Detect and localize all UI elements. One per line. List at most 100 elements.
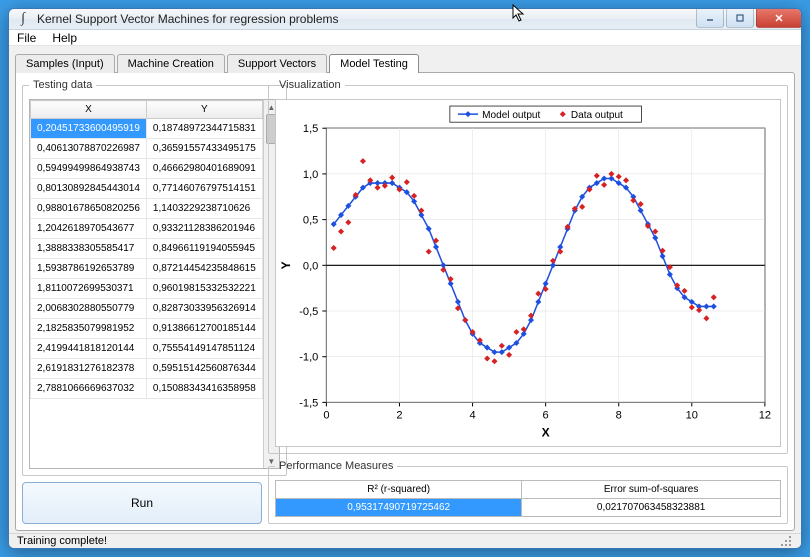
cell-y[interactable]: 0,59515142560876344 bbox=[146, 359, 262, 379]
col-header-y[interactable]: Y bbox=[146, 101, 262, 119]
chart: 0 2 4 6 8 10 12 -1,5 -1,0 -0,5 0,0 0,5 1,0 1,5 X Y Model… bbox=[275, 99, 781, 447]
data-grid-wrap: X Y 0,204517336004959190,187489723447158… bbox=[29, 99, 280, 469]
statusbar: Training complete! bbox=[9, 533, 801, 548]
table-row[interactable]: 0,406130788702269870,36591557433495175 bbox=[31, 139, 263, 159]
cell-x[interactable]: 0,98801678650820256 bbox=[31, 199, 147, 219]
cell-y[interactable]: 0,82873033956326914 bbox=[146, 299, 262, 319]
menu-help[interactable]: Help bbox=[52, 31, 77, 45]
maximize-button[interactable] bbox=[726, 8, 754, 28]
svg-text:4: 4 bbox=[469, 410, 475, 422]
performance-legend: Performance Measures bbox=[275, 460, 397, 472]
menu-file[interactable]: File bbox=[17, 31, 36, 45]
svg-text:12: 12 bbox=[759, 410, 771, 422]
minimize-button[interactable] bbox=[696, 8, 724, 28]
data-grid[interactable]: X Y 0,204517336004959190,187489723447158… bbox=[30, 100, 263, 468]
window-controls bbox=[696, 8, 802, 28]
svg-text:Y: Y bbox=[279, 262, 293, 270]
table-row[interactable]: 1,38883383055854170,84966119194055945 bbox=[31, 239, 263, 259]
table-row[interactable]: 0,988016786508202561,1403229238710626 bbox=[31, 199, 263, 219]
svg-text:-1,5: -1,5 bbox=[299, 398, 318, 410]
performance-table: R² (r-squared) Error sum-of-squares 0,95… bbox=[275, 480, 781, 517]
svg-text:0: 0 bbox=[323, 410, 329, 422]
tab-support-vectors[interactable]: Support Vectors bbox=[227, 54, 327, 73]
left-column: Testing data X Y 0,20451733600495 bbox=[22, 79, 262, 524]
svg-text:6: 6 bbox=[543, 410, 549, 422]
tab-panel-testing: Testing data X Y 0,20451733600495 bbox=[15, 72, 795, 531]
perf-value-r2[interactable]: 0,95317490719725462 bbox=[276, 499, 522, 517]
testing-data-legend: Testing data bbox=[29, 79, 96, 91]
table-row[interactable]: 2,61918312761823780,59515142560876344 bbox=[31, 359, 263, 379]
cell-x[interactable]: 2,1825835079981952 bbox=[31, 319, 147, 339]
svg-text:8: 8 bbox=[616, 410, 622, 422]
svg-text:1,5: 1,5 bbox=[303, 124, 318, 136]
svg-text:1,0: 1,0 bbox=[303, 169, 318, 181]
svg-text:Model output: Model output bbox=[482, 110, 540, 121]
client-area: Samples (Input) Machine Creation Support… bbox=[9, 46, 801, 533]
svg-text:-1,0: -1,0 bbox=[299, 352, 318, 364]
tab-model-testing[interactable]: Model Testing bbox=[329, 54, 419, 73]
cell-y[interactable]: 0,46662980401689091 bbox=[146, 159, 262, 179]
cell-y[interactable]: 0,77146076797514151 bbox=[146, 179, 262, 199]
svg-text:2: 2 bbox=[396, 410, 402, 422]
app-icon: ∫ bbox=[15, 11, 31, 27]
menubar: File Help bbox=[9, 30, 801, 46]
resize-grip[interactable] bbox=[779, 534, 793, 548]
cell-y[interactable]: 0,87214454235848615 bbox=[146, 259, 262, 279]
cell-x[interactable]: 1,3888338305585417 bbox=[31, 239, 147, 259]
cell-x[interactable]: 0,20451733600495919 bbox=[31, 119, 147, 139]
svg-text:-0,5: -0,5 bbox=[299, 306, 318, 318]
table-row[interactable]: 0,801308928454430140,77146076797514151 bbox=[31, 179, 263, 199]
table-row[interactable]: 1,20426189705436770,93321128386201946 bbox=[31, 219, 263, 239]
visualization-legend: Visualization bbox=[275, 79, 345, 91]
svg-text:X: X bbox=[542, 426, 550, 440]
table-row[interactable]: 2,78810666696370320,15088343416358958 bbox=[31, 379, 263, 399]
svg-text:0,5: 0,5 bbox=[303, 215, 318, 227]
table-row[interactable]: 2,00683028805507790,82873033956326914 bbox=[31, 299, 263, 319]
run-button[interactable]: Run bbox=[22, 482, 262, 524]
svg-text:Data output: Data output bbox=[571, 110, 623, 121]
cell-y[interactable]: 0,96019815332532221 bbox=[146, 279, 262, 299]
table-row[interactable]: 0,204517336004959190,18748972344715831 bbox=[31, 119, 263, 139]
cell-y[interactable]: 0,84966119194055945 bbox=[146, 239, 262, 259]
cell-y[interactable]: 1,1403229238710626 bbox=[146, 199, 262, 219]
tab-samples[interactable]: Samples (Input) bbox=[15, 54, 115, 73]
tab-machine-creation[interactable]: Machine Creation bbox=[117, 54, 225, 73]
window-title: Kernel Support Vector Machines for regre… bbox=[37, 12, 795, 26]
table-row[interactable]: 2,41994418181201440,75554149147851124 bbox=[31, 339, 263, 359]
table-row[interactable]: 2,18258350799819520,91386612700185144 bbox=[31, 319, 263, 339]
cell-x[interactable]: 2,0068302880550779 bbox=[31, 299, 147, 319]
table-row[interactable]: 1,59387861926537890,87214454235848615 bbox=[31, 259, 263, 279]
right-column: Visualization 0 2 4 6 8 10 12 -1,5 -1,0 -0,5 0,0 0,… bbox=[268, 79, 788, 524]
perf-header-r2: R² (r-squared) bbox=[276, 481, 522, 499]
svg-text:10: 10 bbox=[686, 410, 698, 422]
col-header-x[interactable]: X bbox=[31, 101, 147, 119]
visualization-group: Visualization 0 2 4 6 8 10 12 -1,5 -1,0 -0,5 0,0 0,… bbox=[268, 79, 788, 454]
cell-x[interactable]: 2,7881066669637032 bbox=[31, 379, 147, 399]
titlebar[interactable]: ∫ Kernel Support Vector Machines for reg… bbox=[9, 9, 801, 30]
cell-y[interactable]: 0,15088343416358958 bbox=[146, 379, 262, 399]
table-row[interactable]: 1,81100726995303710,96019815332532221 bbox=[31, 279, 263, 299]
close-button[interactable] bbox=[756, 8, 802, 28]
cell-x[interactable]: 0,40613078870226987 bbox=[31, 139, 147, 159]
cell-x[interactable]: 2,4199441818120144 bbox=[31, 339, 147, 359]
cell-y[interactable]: 0,75554149147851124 bbox=[146, 339, 262, 359]
status-text: Training complete! bbox=[17, 535, 107, 547]
cell-y[interactable]: 0,36591557433495175 bbox=[146, 139, 262, 159]
svg-text:0,0: 0,0 bbox=[303, 261, 318, 273]
perf-value-sse[interactable]: 0,021707063458323881 bbox=[522, 499, 781, 517]
cell-x[interactable]: 1,2042618970543677 bbox=[31, 219, 147, 239]
tab-strip: Samples (Input) Machine Creation Support… bbox=[15, 50, 795, 72]
cell-x[interactable]: 0,80130892845443014 bbox=[31, 179, 147, 199]
perf-header-sse: Error sum-of-squares bbox=[522, 481, 781, 499]
app-window: ∫ Kernel Support Vector Machines for reg… bbox=[8, 8, 802, 549]
cell-y[interactable]: 0,91386612700185144 bbox=[146, 319, 262, 339]
testing-data-group: Testing data X Y 0,20451733600495 bbox=[22, 79, 287, 476]
table-row[interactable]: 0,594994998649387430,46662980401689091 bbox=[31, 159, 263, 179]
cell-x[interactable]: 1,8110072699530371 bbox=[31, 279, 147, 299]
cell-x[interactable]: 0,59499499864938743 bbox=[31, 159, 147, 179]
cell-x[interactable]: 1,5938786192653789 bbox=[31, 259, 147, 279]
cell-x[interactable]: 2,6191831276182378 bbox=[31, 359, 147, 379]
performance-group: Performance Measures R² (r-squared) Erro… bbox=[268, 460, 788, 524]
cell-y[interactable]: 0,93321128386201946 bbox=[146, 219, 262, 239]
cell-y[interactable]: 0,18748972344715831 bbox=[146, 119, 262, 139]
